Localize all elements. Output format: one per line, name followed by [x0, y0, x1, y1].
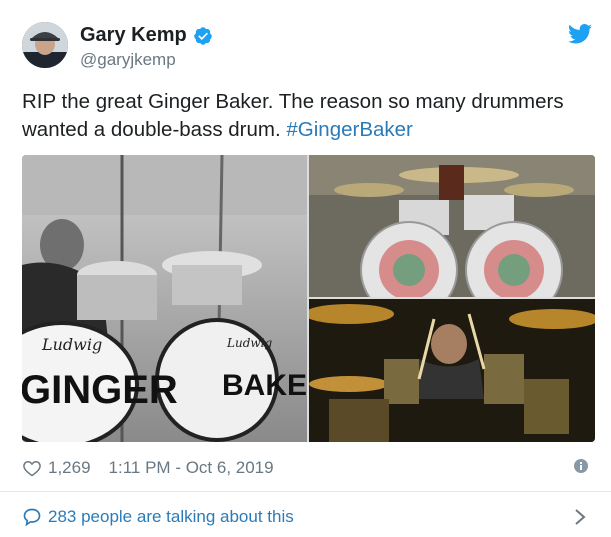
- twitter-bird-icon[interactable]: [568, 24, 592, 44]
- avatar[interactable]: [22, 22, 68, 68]
- photo-drummer-gold-kit[interactable]: [309, 299, 595, 442]
- info-icon[interactable]: [574, 459, 588, 473]
- heart-icon[interactable]: [22, 458, 42, 478]
- chevron-right-icon[interactable]: [574, 507, 586, 527]
- talking-about-label[interactable]: 283 people are talking about this: [48, 507, 294, 527]
- drum-text-ginger: GINGER: [22, 368, 178, 412]
- timestamp[interactable]: 1:11 PM - Oct 6, 2019: [109, 458, 274, 478]
- drum-text-baker: BAKER: [222, 369, 307, 402]
- speech-bubble-icon: [23, 508, 41, 527]
- tweet-meta: 1,269 1:11 PM - Oct 6, 2019: [22, 456, 592, 480]
- media-grid: Ludwig GINGER Ludwig BAKER: [22, 155, 595, 442]
- photo-double-bass-kit[interactable]: [309, 155, 595, 297]
- drum-logo-left: Ludwig: [41, 335, 102, 354]
- handle[interactable]: @garyjkemp: [80, 50, 176, 70]
- divider: [0, 491, 611, 492]
- talking-about-link[interactable]: 283 people are talking about this: [22, 505, 592, 529]
- tweet-header: Gary Kemp @garyjkemp: [22, 20, 592, 70]
- tweet-text: RIP the great Ginger Baker. The reason s…: [22, 88, 592, 144]
- verified-badge-icon: [193, 26, 212, 45]
- hashtag-link[interactable]: #GingerBaker: [286, 118, 412, 141]
- photo-ginger-baker-bw[interactable]: Ludwig GINGER Ludwig BAKER: [22, 155, 307, 442]
- like-count[interactable]: 1,269: [48, 458, 91, 478]
- drum-logo-right: Ludwig: [226, 336, 272, 350]
- display-name[interactable]: Gary Kemp: [80, 24, 187, 47]
